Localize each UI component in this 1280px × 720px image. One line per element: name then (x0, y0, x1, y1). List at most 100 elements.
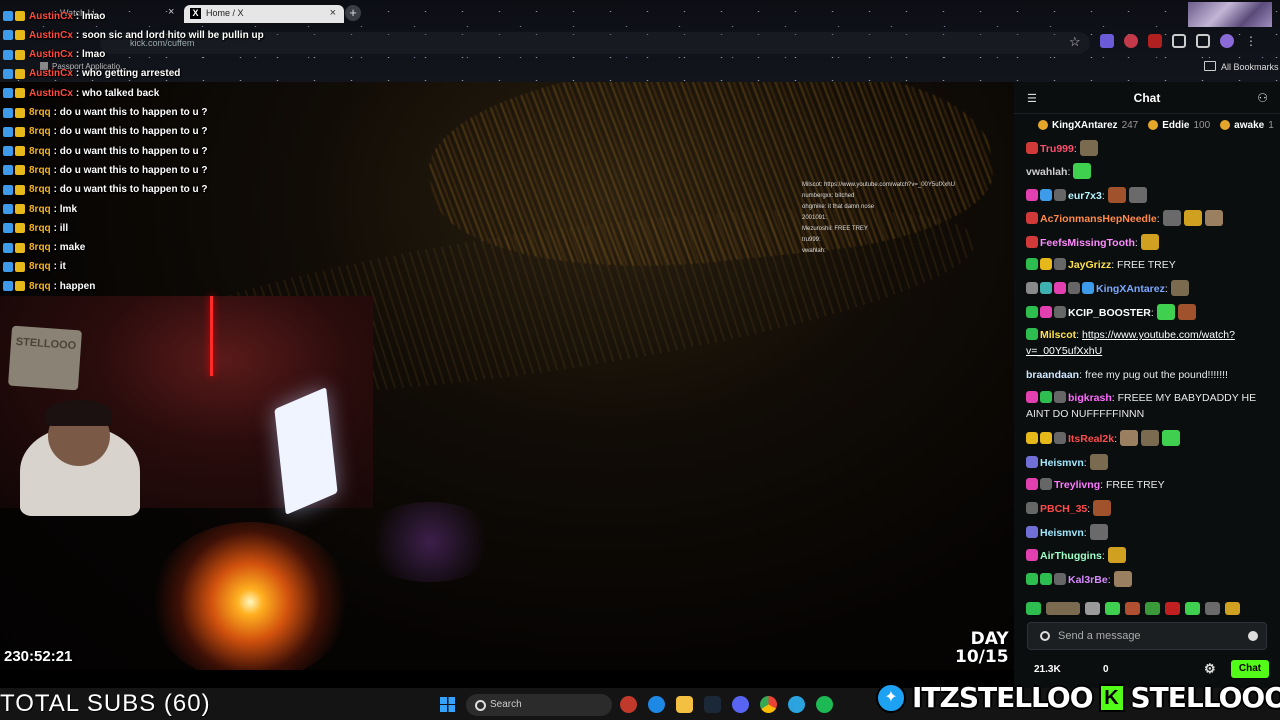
overlay-chat-text: : make (53, 242, 86, 254)
chat-header: ☰ Chat ⚇ (1014, 82, 1280, 114)
chat-message: Heismvn: (1026, 524, 1266, 541)
folder-icon[interactable] (676, 696, 693, 713)
chat-username[interactable]: AirThuggins (1040, 550, 1102, 562)
chat-username[interactable]: braandaan (1026, 369, 1079, 381)
badge-icon (1026, 328, 1038, 340)
overlay-chat-text: : it (53, 261, 66, 273)
badge-icon (1040, 391, 1052, 403)
overlay-chat-line: AustinCx: lmao (3, 8, 105, 24)
gifter-count: 100 (1193, 119, 1211, 131)
tab-close-icon[interactable]: × (168, 6, 174, 18)
emote-icon (1073, 163, 1092, 179)
chat-username[interactable]: Heismvn (1040, 527, 1084, 539)
extension-icon[interactable] (1148, 34, 1162, 48)
badge-icon (3, 223, 13, 234)
extension-icon[interactable] (1100, 34, 1114, 48)
chat-username[interactable]: Tru999 (1040, 143, 1074, 155)
gifter-item[interactable]: Eddie 100 (1148, 120, 1210, 131)
chat-text: : free my pug out the pound!!!!!!! (1079, 369, 1228, 381)
badge-icon (15, 49, 25, 60)
chat-username[interactable]: vwahlah (1026, 166, 1067, 178)
gifter-name: KingXAntarez (1052, 119, 1118, 131)
overlay-chat-line: 8rqq: it (3, 259, 66, 275)
tab-home-x[interactable]: X Home / X × (184, 5, 344, 23)
emote-icon[interactable] (1085, 602, 1100, 615)
chat-username[interactable]: Milscot (1040, 329, 1076, 341)
chat-username[interactable]: bigkrash (1068, 392, 1112, 404)
app-icon[interactable] (620, 696, 637, 713)
chat-username[interactable]: JayGrizz (1068, 259, 1111, 271)
chat-username[interactable]: Kal3rBe (1068, 574, 1108, 586)
badge-icon (15, 11, 25, 21)
chat-username[interactable]: KingXAntarez (1096, 283, 1165, 295)
users-icon[interactable]: ⚇ (1257, 91, 1268, 105)
chat-username[interactable]: eur7x3 (1068, 190, 1102, 202)
chat-username[interactable]: Ac7ionmansHepNeedle (1040, 213, 1157, 225)
steam-icon[interactable] (704, 696, 721, 713)
gifter-item[interactable]: awake 1 (1220, 120, 1274, 131)
chat-username[interactable]: Treylivng (1054, 479, 1100, 491)
overlay-chat-user: 8rqq (29, 203, 51, 215)
shield-icon[interactable] (1124, 34, 1138, 48)
chat-message: eur7x3: (1026, 187, 1266, 204)
emote-icon[interactable] (1145, 602, 1160, 615)
avatar[interactable] (1220, 34, 1234, 48)
download-icon[interactable] (1196, 34, 1210, 48)
x-logo-icon: X (190, 8, 201, 19)
chat-text: : (1083, 527, 1087, 539)
emote-icon[interactable] (1165, 602, 1180, 615)
windows-start-icon[interactable] (440, 697, 455, 712)
badge-icon (1054, 258, 1066, 270)
top-gifters-bar: KingXAntarez 247 Eddie 100 awake 1 (1014, 115, 1280, 135)
chrome-icon[interactable] (760, 696, 777, 713)
badge-icon (1026, 526, 1038, 538)
telegram-icon[interactable] (788, 696, 805, 713)
discord-icon[interactable] (732, 696, 749, 713)
all-bookmarks[interactable]: All Bookmarks (1204, 61, 1279, 72)
chat-username[interactable]: PBCH_35 (1040, 503, 1087, 515)
emote-icon[interactable] (1185, 602, 1200, 615)
emote-icon[interactable] (1205, 602, 1220, 615)
taskbar-search[interactable]: Search (466, 694, 612, 716)
tab-close-icon[interactable]: × (330, 7, 336, 19)
chat-username[interactable]: FeefsMissingTooth (1040, 237, 1135, 249)
emote-icon[interactable] (1105, 602, 1120, 615)
badge-icon (15, 184, 25, 195)
badge-icon (3, 242, 13, 253)
badge-icon (1040, 258, 1052, 270)
chat-badges (3, 281, 25, 292)
badge-icon (1026, 573, 1038, 585)
badge-icon (3, 30, 13, 41)
gifter-item[interactable]: KingXAntarez 247 (1038, 120, 1138, 131)
chat-message: ItsReal2k: (1026, 430, 1266, 447)
chat-send-button[interactable]: Chat (1231, 660, 1269, 678)
emote-icon[interactable] (1125, 602, 1140, 615)
badge-icon (15, 261, 25, 272)
badge-icon (3, 88, 13, 99)
badge-icon (15, 88, 25, 99)
menu-kebab-icon[interactable]: ⋮ (1244, 34, 1258, 48)
emote-icon[interactable] (1026, 602, 1041, 615)
badge-icon (3, 126, 13, 137)
emoji-icon[interactable] (1248, 631, 1258, 641)
badge-icon (1026, 478, 1038, 490)
chat-message-input[interactable]: Send a message (1027, 622, 1267, 650)
bookmark-star-icon[interactable]: ☆ (1069, 34, 1081, 50)
emote-icon[interactable] (1046, 602, 1080, 615)
new-tab-button[interactable]: + (345, 5, 361, 21)
chat-text: : (1087, 503, 1091, 515)
gear-icon[interactable]: ⚙ (1204, 661, 1216, 677)
emote-icon (1204, 210, 1223, 226)
chat-message: Ac7ionmansHepNeedle: (1026, 210, 1266, 227)
emote-icon[interactable] (1225, 602, 1240, 615)
spotify-icon[interactable] (816, 696, 833, 713)
badge-icon (1026, 236, 1038, 248)
puzzle-icon[interactable] (1172, 34, 1186, 48)
chat-username[interactable]: Heismvn (1040, 457, 1084, 469)
overlay-chat-line: 8rqq: do u want this to happen to u ? (3, 143, 208, 159)
chat-username[interactable]: KCIP_BOOSTER (1068, 307, 1151, 319)
chat-username[interactable]: ItsReal2k (1068, 433, 1114, 445)
chat-badges (3, 68, 25, 79)
mini-chat-line: Milscot: https://www.youtube.com/watch?v… (802, 182, 955, 188)
edge-icon[interactable] (648, 696, 665, 713)
